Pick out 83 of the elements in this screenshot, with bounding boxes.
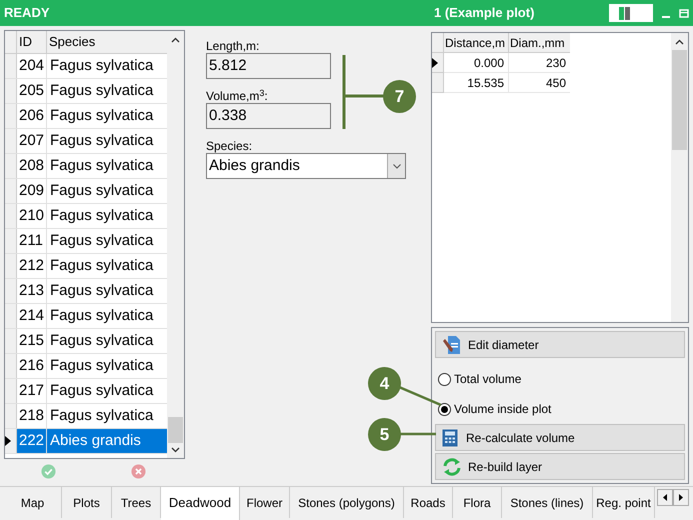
document-pencil-icon — [442, 334, 462, 354]
table-cell[interactable]: 214 — [17, 304, 47, 328]
table-cell[interactable]: 215 — [17, 329, 47, 353]
table-cell[interactable]: Fagus sylvatica — [47, 304, 167, 328]
leader-line — [399, 386, 441, 406]
scroll-thumb[interactable] — [168, 417, 183, 443]
table-cell: 450 — [509, 73, 570, 93]
panel-toggle-icon[interactable] — [609, 4, 653, 22]
table-cell[interactable]: 206 — [17, 104, 47, 128]
table-cell[interactable]: Fagus sylvatica — [47, 404, 167, 428]
table-cell[interactable]: Fagus sylvatica — [47, 54, 167, 78]
table-cell[interactable]: Fagus sylvatica — [47, 79, 167, 103]
table-cell[interactable]: Fagus sylvatica — [47, 179, 167, 203]
scroll-left-icon — [663, 494, 667, 501]
recalculate-volume-button[interactable]: Re-calculate volume — [435, 424, 685, 451]
table-cell[interactable]: Abies grandis — [47, 429, 167, 453]
field-label: Species: — [206, 138, 252, 153]
confirm-icon[interactable] — [41, 464, 56, 479]
table-cell[interactable]: 217 — [17, 379, 47, 403]
table-cell: 15.535 — [444, 73, 509, 93]
callout-badge: 7 — [383, 80, 416, 113]
callout-badge: 4 — [368, 367, 401, 400]
table-cell: 0.000 — [444, 53, 509, 73]
rebuild-layer-button[interactable]: Re-build layer — [435, 453, 685, 480]
column-header[interactable]: Species — [47, 31, 167, 53]
tab[interactable]: Deadwood — [161, 487, 240, 520]
table-cell[interactable]: 212 — [17, 254, 47, 278]
species-dropdown[interactable]: Abies grandis — [206, 153, 406, 179]
table-cell[interactable]: Fagus sylvatica — [47, 129, 167, 153]
status-text: READY — [4, 4, 51, 22]
scrollbar[interactable] — [671, 33, 688, 322]
table-cell: 230 — [509, 53, 570, 73]
table-cell[interactable]: 216 — [17, 354, 47, 378]
tab-scroll-left-button[interactable] — [657, 489, 673, 506]
edit-diameter-button[interactable]: Edit diameter — [435, 331, 685, 358]
row-pointer-icon — [5, 436, 11, 446]
table-cell[interactable]: 210 — [17, 204, 47, 228]
row-pointer-icon — [432, 58, 438, 68]
scroll-right-icon — [679, 494, 683, 501]
scroll-up-icon[interactable] — [675, 39, 684, 45]
dropdown-caret-icon — [392, 164, 400, 168]
plot-title: 1 (Example plot) — [434, 4, 536, 22]
table-cell[interactable]: 208 — [17, 154, 47, 178]
table-cell[interactable]: Fagus sylvatica — [47, 279, 167, 303]
leader-line — [400, 432, 436, 436]
table-cell[interactable]: 207 — [17, 129, 47, 153]
column-header[interactable]: ID — [17, 31, 47, 53]
column-header[interactable]: Diam.,mm — [509, 33, 570, 53]
scrollbar[interactable] — [167, 31, 184, 458]
scroll-thumb[interactable] — [672, 50, 687, 150]
table-cell[interactable]: 218 — [17, 404, 47, 428]
table-cell[interactable]: 205 — [17, 79, 47, 103]
table-cell[interactable]: Fagus sylvatica — [47, 254, 167, 278]
volume-field[interactable]: 0.338 — [206, 103, 331, 129]
tab-scroll-right-button[interactable] — [673, 489, 689, 506]
table-cell[interactable]: 213 — [17, 279, 47, 303]
table-cell[interactable]: Fagus sylvatica — [47, 229, 167, 253]
radio-option[interactable]: Volume inside plot — [435, 394, 685, 424]
table-cell[interactable]: Fagus sylvatica — [47, 204, 167, 228]
column-header[interactable]: Distance,m — [444, 33, 509, 53]
grid-corner — [432, 33, 444, 53]
table-cell[interactable]: Fagus sylvatica — [47, 104, 167, 128]
table-cell[interactable]: 204 — [17, 54, 47, 78]
radio-option[interactable]: Total volume — [435, 364, 685, 394]
field-label: Volume,m$^{3}$: — [206, 87, 268, 103]
table-cell[interactable]: Fagus sylvatica — [47, 354, 167, 378]
scroll-down-icon[interactable] — [171, 447, 180, 453]
table-cell[interactable]: 222 — [17, 429, 47, 453]
refresh-icon — [442, 458, 462, 476]
table-cell[interactable]: Fagus sylvatica — [47, 329, 167, 353]
table-cell[interactable]: 209 — [17, 179, 47, 203]
field-label: Length,m: — [206, 38, 260, 53]
callout-badge: 5 — [368, 418, 401, 451]
table-cell[interactable]: Fagus sylvatica — [47, 379, 167, 403]
restore-icon[interactable] — [679, 7, 689, 19]
table-cell[interactable]: 211 — [17, 229, 47, 253]
row-header[interactable] — [5, 429, 17, 453]
cancel-icon[interactable] — [131, 464, 146, 479]
scroll-up-icon[interactable] — [171, 37, 180, 43]
length-field[interactable]: 5.812 — [206, 53, 331, 79]
row-header[interactable] — [432, 53, 444, 73]
table-cell[interactable]: Fagus sylvatica — [47, 154, 167, 178]
calculator-icon — [442, 428, 458, 446]
